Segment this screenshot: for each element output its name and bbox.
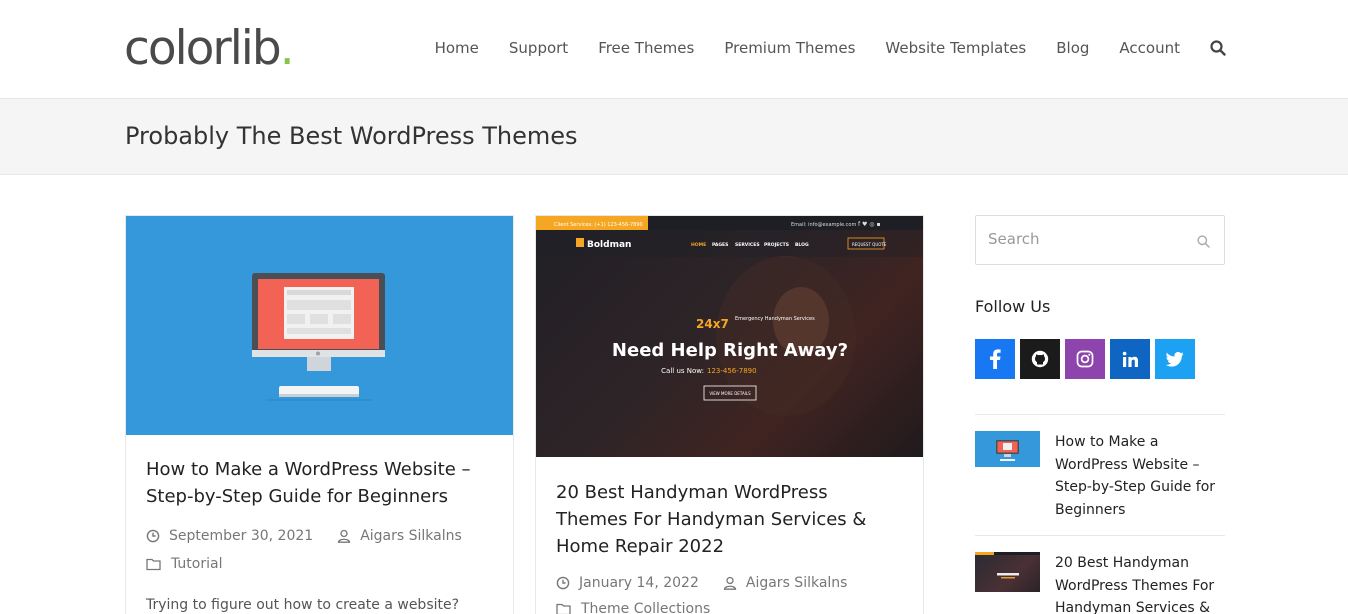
sidebar-search <box>975 215 1225 265</box>
boldman-menu-projects: PROJECTS <box>764 242 789 248</box>
nav-free-themes[interactable]: Free Themes <box>598 38 694 58</box>
user-icon <box>723 576 737 590</box>
post-thumbnail[interactable]: Client Services: (+1) 123-456-7890 Email… <box>536 216 923 457</box>
boldman-phone: 123-456-7890 <box>707 367 757 375</box>
folder-icon <box>146 558 161 571</box>
post-category: Tutorial <box>126 556 513 572</box>
facebook-icon[interactable] <box>975 339 1015 379</box>
post-excerpt: Trying to figure out how to create a web… <box>146 597 460 613</box>
boldman-topbar-email: Email: info@example.com <box>791 222 856 228</box>
github-icon[interactable] <box>1020 339 1060 379</box>
post-author-text[interactable]: Aigars Silkalns <box>360 528 462 544</box>
search-icon[interactable] <box>1210 40 1226 56</box>
post-meta: January 14, 2022 Aigars Silkalns <box>536 575 923 591</box>
boldman-badge-big: 24x7 <box>696 317 729 331</box>
sidebar-divider <box>975 535 1225 536</box>
nav-website-templates[interactable]: Website Templates <box>885 38 1026 58</box>
instagram-icon[interactable] <box>1065 339 1105 379</box>
nav-home[interactable]: Home <box>435 38 479 58</box>
post-author-text[interactable]: Aigars Silkalns <box>746 575 848 591</box>
recent-post-item[interactable]: How to Make a WordPress Website – Step-b… <box>975 431 1225 521</box>
boldman-cta: REQUEST QUOTE <box>852 242 887 247</box>
computer-monitor-icon <box>996 440 1019 461</box>
boldman-call-label: Call us Now: <box>661 367 704 375</box>
boldman-menu-services: SERVICES <box>735 242 760 248</box>
search-icon[interactable] <box>1197 235 1210 248</box>
search-input[interactable] <box>988 230 1188 248</box>
post-card: How to Make a WordPress Website – Step-b… <box>125 215 514 614</box>
svg-text:f ♥ ◎ ▪: f ♥ ◎ ▪ <box>858 221 881 228</box>
recent-post-title[interactable]: How to Make a WordPress Website – Step-b… <box>1055 431 1225 521</box>
post-title[interactable]: 20 Best Handyman WordPress Themes For Ha… <box>536 479 923 560</box>
boldman-headline: Need Help Right Away? <box>612 340 848 361</box>
recent-post-thumbnail[interactable] <box>975 431 1040 467</box>
follow-us-title: Follow Us <box>975 297 1051 316</box>
page-title: Probably The Best WordPress Themes <box>125 122 578 150</box>
clock-icon <box>146 529 160 543</box>
boldman-brand: Boldman <box>587 240 631 250</box>
post-thumbnail[interactable] <box>126 216 513 435</box>
post-author: Aigars Silkalns <box>337 528 462 544</box>
linkedin-icon[interactable] <box>1110 339 1150 379</box>
post-category-item: Tutorial <box>146 556 222 572</box>
nav-blog[interactable]: Blog <box>1056 38 1089 58</box>
user-icon <box>337 529 351 543</box>
nav-premium-themes[interactable]: Premium Themes <box>724 38 855 58</box>
boldman-theme-preview: Client Services: (+1) 123-456-7890 Email… <box>536 216 923 457</box>
logo-dot: . <box>279 21 295 76</box>
main-nav: Home Support Free Themes Premium Themes … <box>405 38 1226 58</box>
post-date-text[interactable]: September 30, 2021 <box>169 528 313 544</box>
boldman-badge-small: Emergency Handyman Services <box>735 316 815 322</box>
boldman-button: VIEW MORE DETAILS <box>709 391 751 396</box>
computer-monitor-icon <box>252 273 385 401</box>
clock-icon <box>556 576 570 590</box>
boldman-menu-blog: BLOG <box>795 242 809 248</box>
page-title-band: Probably The Best WordPress Themes <box>0 99 1348 175</box>
colorlib-logo[interactable]: colorlib. <box>124 21 295 76</box>
boldman-menu-pages: PAGES <box>712 242 728 248</box>
post-author: Aigars Silkalns <box>723 575 848 591</box>
twitter-icon[interactable] <box>1155 339 1195 379</box>
post-date: January 14, 2022 <box>556 575 699 591</box>
recent-post-item[interactable]: 20 Best Handyman WordPress Themes For Ha… <box>975 552 1225 614</box>
post-title[interactable]: How to Make a WordPress Website – Step-b… <box>126 456 513 510</box>
folder-icon <box>556 603 571 614</box>
logo-text: colorlib <box>124 21 282 76</box>
nav-account[interactable]: Account <box>1119 38 1180 58</box>
post-category-item: Theme Collections <box>556 601 710 614</box>
sidebar-divider <box>975 414 1225 415</box>
post-card: Client Services: (+1) 123-456-7890 Email… <box>535 215 924 614</box>
post-date-text[interactable]: January 14, 2022 <box>579 575 699 591</box>
recent-post-title[interactable]: 20 Best Handyman WordPress Themes For Ha… <box>1055 552 1225 614</box>
post-meta: September 30, 2021 Aigars Silkalns <box>126 528 513 544</box>
recent-post-thumbnail[interactable] <box>975 552 1040 592</box>
post-category-text[interactable]: Theme Collections <box>581 601 710 614</box>
post-category-text[interactable]: Tutorial <box>171 556 222 572</box>
social-links <box>975 339 1200 379</box>
boldman-menu-home: HOME <box>691 242 706 248</box>
nav-support[interactable]: Support <box>509 38 568 58</box>
post-category: Theme Collections <box>536 601 923 614</box>
site-header: colorlib. Home Support Free Themes Premi… <box>0 0 1348 99</box>
boldman-topbar-left: Client Services: (+1) 123-456-7890 <box>554 222 643 228</box>
post-date: September 30, 2021 <box>146 528 313 544</box>
boldman-theme-thumb <box>975 552 1040 579</box>
